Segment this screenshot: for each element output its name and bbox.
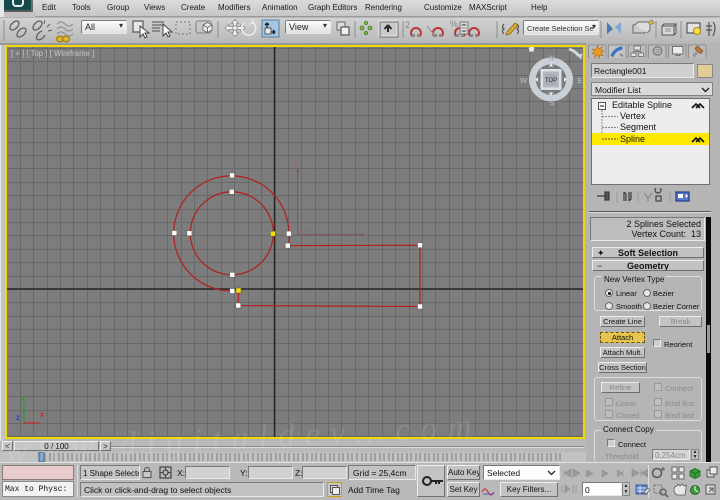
svg-text:y: y bbox=[21, 394, 26, 403]
svg-text:x: x bbox=[40, 410, 45, 419]
svg-text:S: S bbox=[549, 99, 554, 108]
svg-text:[ + ] [ Top ] [ Wireframe ]: [ + ] [ Top ] [ Wireframe ] bbox=[11, 49, 94, 58]
svg-text:W: W bbox=[520, 76, 528, 85]
svg-text:z: z bbox=[16, 413, 20, 422]
svg-text:y: y bbox=[294, 158, 298, 167]
svg-text:2: 2 bbox=[405, 20, 410, 30]
svg-text:E: E bbox=[577, 76, 582, 85]
svg-text:N: N bbox=[549, 54, 554, 63]
svg-text:%: % bbox=[450, 19, 458, 29]
svg-text:TOP: TOP bbox=[545, 78, 557, 84]
svg-text:x: x bbox=[367, 235, 371, 244]
